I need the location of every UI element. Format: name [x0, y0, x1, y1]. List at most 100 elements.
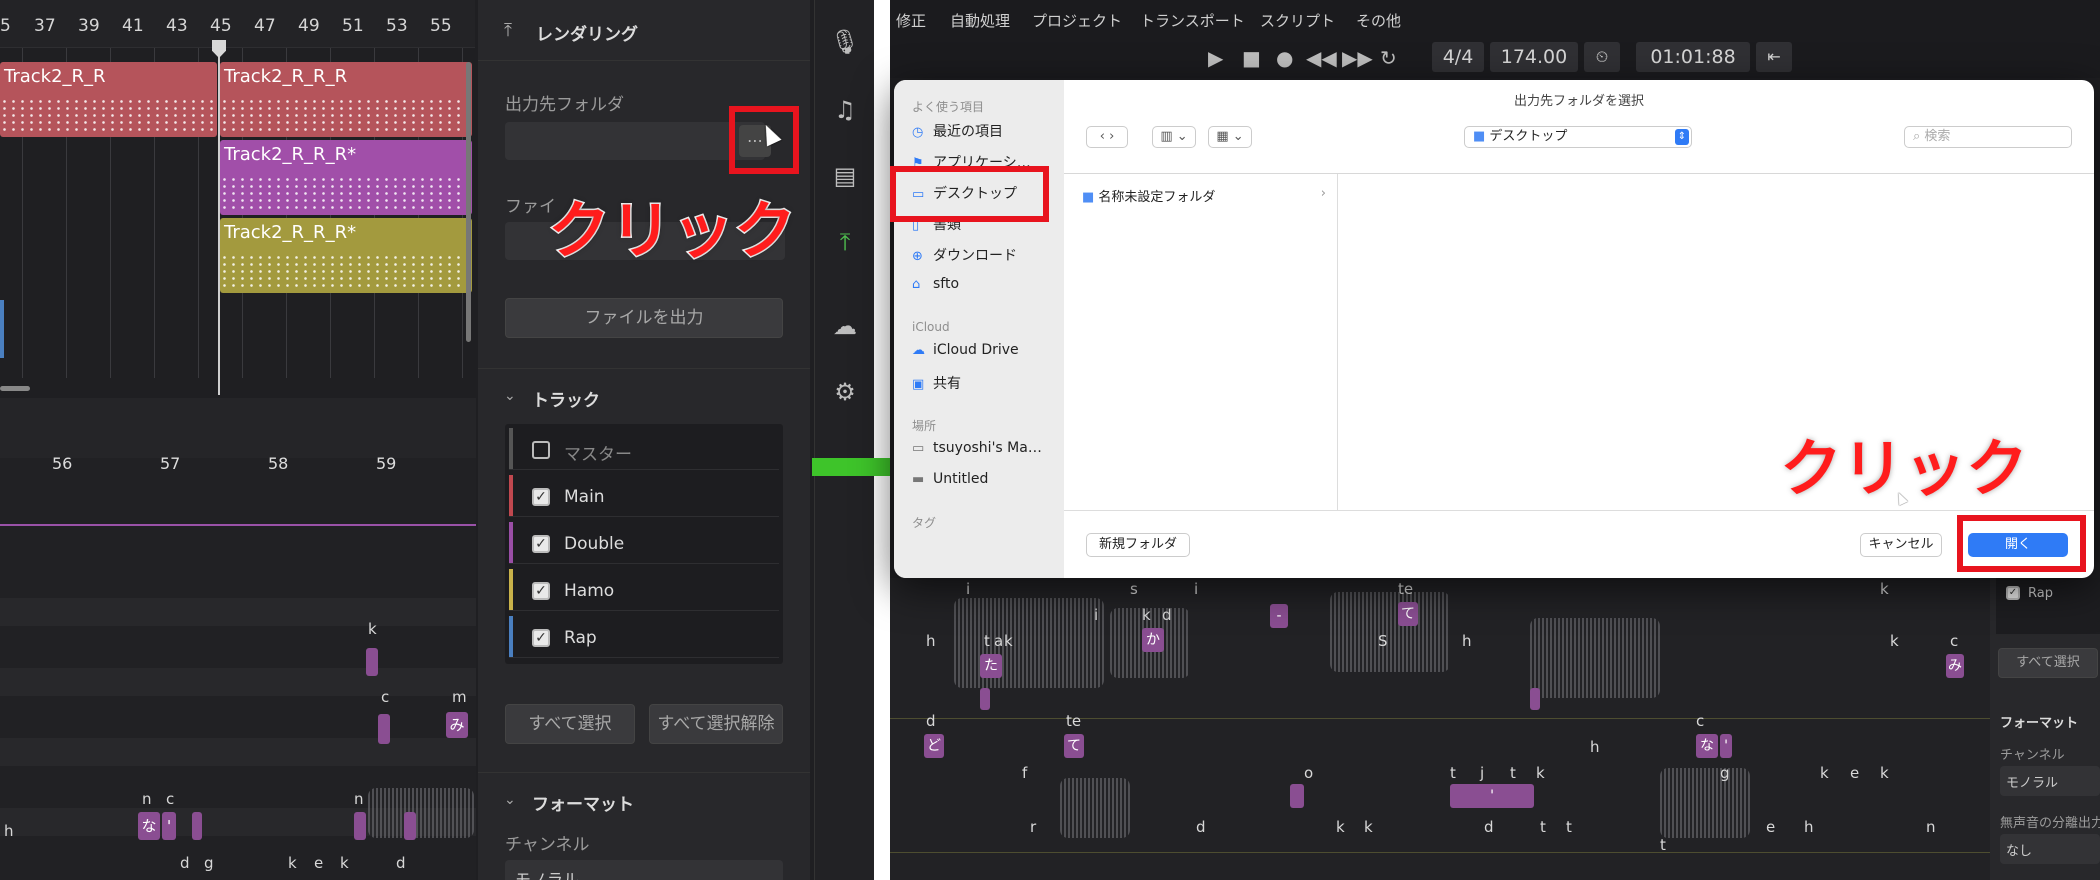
export-icon[interactable]: ⤒ — [829, 226, 861, 258]
phoneme-label: t — [1566, 818, 1572, 836]
sidebar-item[interactable]: ⌂ sfto — [912, 276, 959, 292]
note[interactable]: ' — [162, 812, 176, 840]
metronome-icon[interactable]: ⏲ — [1584, 42, 1620, 72]
note[interactable]: て — [1398, 602, 1418, 626]
menu-item[interactable]: 自動処理 — [950, 10, 1010, 31]
channel-select[interactable]: モノラル — [2000, 766, 2100, 796]
note[interactable] — [980, 688, 990, 710]
menu-item[interactable]: その他 — [1356, 10, 1401, 31]
sidebar-item[interactable]: ▬ Untitled — [912, 471, 988, 487]
track-row[interactable]: ✓ Hamo — [509, 569, 779, 611]
note[interactable]: て — [1064, 734, 1084, 758]
track-row[interactable]: ✓ Main — [509, 475, 779, 517]
deselect-all-button[interactable]: すべて選択解除 — [649, 704, 783, 744]
note[interactable]: み — [446, 712, 468, 738]
note[interactable]: た — [980, 654, 1002, 678]
sidebar-item[interactable]: ⊕ ダウンロード — [912, 245, 1017, 265]
checkbox[interactable]: ✓ — [532, 535, 550, 553]
menu-item[interactable]: 修正 — [896, 10, 926, 31]
note[interactable]: ' — [1450, 784, 1534, 808]
music-note-icon[interactable]: ♫ — [829, 94, 861, 126]
clip[interactable]: Track2_R_R_R — [220, 62, 472, 137]
note[interactable]: な — [1696, 734, 1718, 758]
select-all-button[interactable]: すべて選択 — [505, 704, 635, 744]
note[interactable]: ど — [924, 734, 944, 758]
sidebar-item[interactable]: ▣ 共有 — [912, 373, 961, 393]
rewind-icon[interactable]: ◀◀ — [1306, 46, 1337, 70]
piano-roll[interactable]: 56 57 58 59 k c m み n c な ' d g k e k n … — [0, 398, 476, 880]
note[interactable]: な — [138, 812, 160, 840]
drive-icon: ▬ — [912, 472, 925, 487]
note[interactable]: - — [1270, 604, 1288, 628]
phoneme-label: t — [1450, 764, 1456, 782]
sidebar-item[interactable]: ◷ 最近の項目 — [912, 121, 1003, 141]
clip-name: Track2_R_R_R* — [224, 222, 357, 243]
track-row[interactable]: ✓ Double — [509, 522, 779, 564]
loop-icon[interactable]: ↻ — [1380, 46, 1397, 70]
output-folder-field[interactable] — [505, 122, 765, 160]
gear-icon[interactable]: ⚙ — [829, 376, 861, 408]
stop-icon[interactable]: ■ — [1242, 46, 1261, 70]
export-file-button[interactable]: ファイルを出力 — [505, 298, 783, 338]
note[interactable]: か — [1142, 628, 1164, 652]
checkbox[interactable]: ✓ — [2006, 586, 2020, 600]
timeline-ruler[interactable]: 5 37 39 41 43 45 47 49 51 53 55 — [0, 0, 475, 48]
menu-item[interactable]: プロジェクト — [1032, 10, 1122, 31]
clip[interactable]: Track2_R_R_R* — [220, 140, 472, 215]
channel-select[interactable]: モノラル — [505, 860, 783, 880]
clip[interactable]: Track2_R_R — [0, 62, 217, 137]
time-signature[interactable]: 4/4 — [1432, 42, 1484, 72]
note[interactable] — [404, 812, 416, 840]
sidebar-item[interactable]: ☁ iCloud Drive — [912, 342, 1019, 358]
track-row[interactable]: ✓ Rap — [509, 616, 779, 658]
book-icon[interactable]: ▤ — [829, 160, 861, 192]
group-button[interactable]: ▦ ⌄ — [1208, 126, 1252, 148]
new-folder-button[interactable]: 新規フォルダ — [1086, 533, 1190, 557]
note[interactable] — [366, 648, 378, 676]
track-row[interactable]: マスター — [509, 428, 779, 470]
sidebar-item[interactable]: ▭ tsuyoshi's Ma… — [912, 440, 1042, 456]
tempo[interactable]: 174.00 — [1490, 42, 1578, 72]
note[interactable] — [1530, 688, 1540, 710]
cloud-icon[interactable]: ☁ — [829, 310, 861, 342]
note[interactable] — [354, 812, 366, 840]
folder-item[interactable]: ■ 名称未設定フォルダ › — [1082, 186, 1330, 205]
back-forward-buttons[interactable]: ‹ › — [1086, 126, 1128, 148]
vertical-scrollbar[interactable] — [466, 62, 471, 342]
return-to-start-icon[interactable]: ⇤ — [1756, 42, 1792, 72]
menu-item[interactable]: トランスポート — [1140, 10, 1245, 31]
chevron-down-icon[interactable]: ⌄ — [504, 388, 516, 404]
bar-number: 56 — [52, 454, 73, 473]
microphone-icon[interactable]: 🎙 — [829, 26, 861, 58]
checkbox[interactable]: ✓ — [532, 488, 550, 506]
checkbox[interactable]: ✓ — [532, 582, 550, 600]
play-icon[interactable]: ▶ — [1208, 46, 1223, 70]
checkbox[interactable] — [532, 441, 550, 459]
record-icon[interactable]: ● — [1276, 46, 1293, 70]
checkbox[interactable]: ✓ — [532, 629, 550, 647]
note[interactable] — [1290, 784, 1304, 808]
location-select[interactable]: ■ デスクトップ ⇕ — [1464, 126, 1692, 148]
note[interactable] — [378, 714, 390, 744]
fast-forward-icon[interactable]: ▶▶ — [1342, 46, 1373, 70]
track-name: Double — [564, 534, 625, 554]
phoneme-label: m — [452, 688, 467, 706]
chevron-down-icon[interactable]: ⌄ — [504, 792, 516, 808]
search-input[interactable]: ⌕ 検索 — [1904, 126, 2072, 148]
note[interactable]: み — [1946, 654, 1964, 678]
sidebar-header: 場所 — [912, 419, 937, 433]
silence-output-select[interactable]: なし — [2000, 834, 2100, 864]
phoneme-label: k — [1142, 606, 1151, 624]
note[interactable]: ' — [1720, 734, 1732, 758]
cancel-button[interactable]: キャンセル — [1860, 533, 1942, 557]
file-column: ■ 名称未設定フォルダ › — [1064, 174, 1338, 510]
clip[interactable]: Track2_R_R_R* — [220, 218, 472, 293]
playhead-handle[interactable] — [212, 40, 226, 58]
note[interactable] — [192, 812, 202, 840]
select-all-button[interactable]: すべて選択 — [1998, 648, 2098, 678]
horizontal-scrollbar[interactable] — [0, 386, 30, 391]
view-mode-button[interactable]: ▥ ⌄ — [1152, 126, 1196, 148]
menu-item[interactable]: スクリプト — [1260, 10, 1335, 31]
phoneme-label: k — [288, 854, 297, 872]
clip-edge — [0, 300, 4, 358]
